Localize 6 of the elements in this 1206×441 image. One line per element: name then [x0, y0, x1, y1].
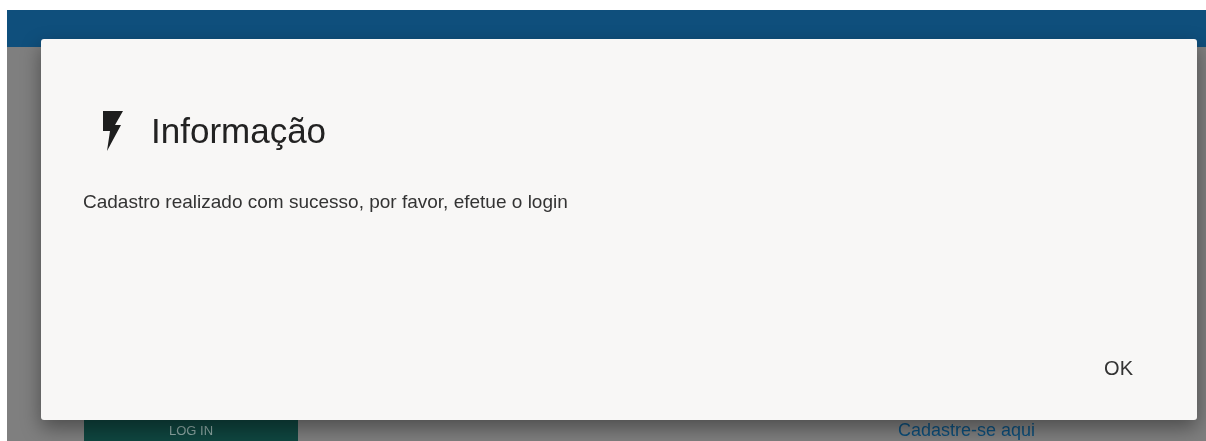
- dialog-message: Cadastro realizado com sucesso, por favor, efetue o login: [83, 191, 569, 213]
- ok-button[interactable]: OK: [1082, 353, 1155, 384]
- lightning-icon: [101, 111, 123, 151]
- login-button[interactable]: LOG IN: [84, 420, 298, 441]
- register-link[interactable]: Cadastre-se aqui: [898, 420, 1036, 441]
- dialog-title: Informação: [151, 111, 327, 151]
